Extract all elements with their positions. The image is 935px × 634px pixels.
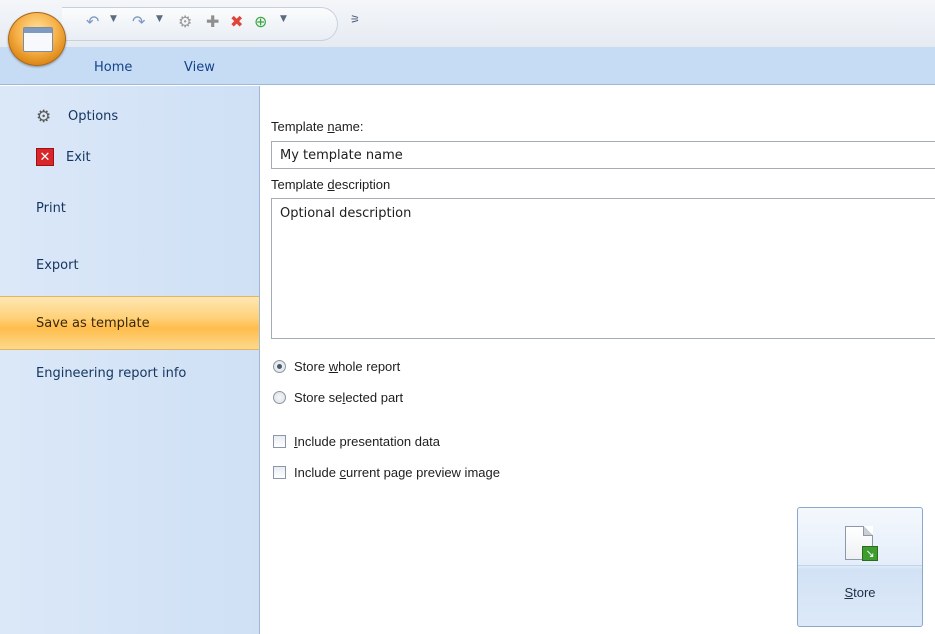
menu-item-save-as-template-label: Save as template (36, 315, 150, 331)
include-presentation-data-label: Include presentation data (294, 433, 441, 449)
undo-icon[interactable]: ↶ (86, 11, 99, 33)
store-whole-report-radio[interactable] (273, 359, 286, 373)
template-description-label: Template description (271, 177, 391, 192)
include-presentation-data-option[interactable]: Include presentation data (273, 431, 440, 451)
save-template-panel: Template name: Template description Opti… (261, 86, 935, 634)
store-button-divider (798, 565, 922, 566)
menu-item-exit[interactable]: ✕ Exit (0, 144, 259, 170)
include-preview-image-option[interactable]: Include current page preview image (273, 462, 500, 482)
refresh-dropdown-icon[interactable]: ▼ (280, 14, 287, 24)
store-whole-report-option[interactable]: Store whole report (273, 356, 400, 376)
quick-access-pill (62, 7, 338, 41)
include-preview-image-label: Include current page preview image (294, 464, 500, 480)
store-button-label: Store (844, 585, 876, 600)
redo-dropdown-icon[interactable]: ▼ (156, 14, 163, 24)
export-arrow-icon: ↘ (862, 546, 878, 561)
refresh-icon[interactable]: ⊕ (254, 11, 267, 33)
include-preview-image-checkbox[interactable] (273, 465, 286, 479)
customize-toolbar-icon[interactable]: ⚞ (350, 13, 360, 26)
menu-item-print-label: Print (36, 200, 66, 216)
menu-item-exit-label: Exit (66, 149, 91, 165)
delete-icon[interactable]: ✖ (230, 11, 243, 33)
settings-icon[interactable]: ⚙ (178, 11, 192, 33)
undo-dropdown-icon[interactable]: ▼ (110, 14, 117, 24)
template-name-label: Template name: (271, 119, 364, 134)
template-description-input[interactable]: Optional description (271, 198, 935, 339)
store-button[interactable]: ↘ Store (797, 507, 923, 627)
menu-item-export-label: Export (36, 257, 79, 273)
tab-home[interactable]: Home (94, 60, 132, 75)
store-selected-part-option[interactable]: Store selected part (273, 387, 403, 407)
menu-item-export[interactable]: Export (0, 252, 259, 278)
menu-item-engineering-report-info-label: Engineering report info (36, 365, 187, 381)
menu-item-engineering-report-info[interactable]: Engineering report info (0, 360, 259, 386)
menu-item-options[interactable]: ⚙ Options (0, 103, 259, 129)
ribbon-tab-strip: Home View (0, 47, 935, 85)
menu-item-options-label: Options (68, 108, 119, 124)
tab-view[interactable]: View (184, 60, 215, 75)
app-window-icon (23, 27, 53, 52)
store-selected-part-label: Store selected part (294, 389, 404, 405)
exit-icon: ✕ (36, 148, 54, 166)
menu-item-print[interactable]: Print (0, 195, 259, 221)
menu-item-save-as-template[interactable]: Save as template (0, 296, 259, 350)
gear-icon: ⚙ (36, 107, 52, 127)
application-menu-button[interactable] (8, 12, 66, 66)
store-selected-part-radio[interactable] (273, 390, 286, 404)
add-icon[interactable]: ✚ (206, 11, 219, 33)
store-whole-report-label: Store whole report (294, 358, 401, 374)
redo-icon[interactable]: ↷ (132, 11, 145, 33)
include-presentation-data-checkbox[interactable] (273, 434, 286, 448)
template-name-input[interactable] (271, 141, 935, 169)
backstage-menu: ⚙ Options ✕ Exit Print Export Save as te… (0, 86, 260, 634)
quick-access-toolbar: ↶ ▼ ↷ ▼ ⚙ ✚ ✖ ⊕ ▼ ⚞ (0, 0, 935, 47)
